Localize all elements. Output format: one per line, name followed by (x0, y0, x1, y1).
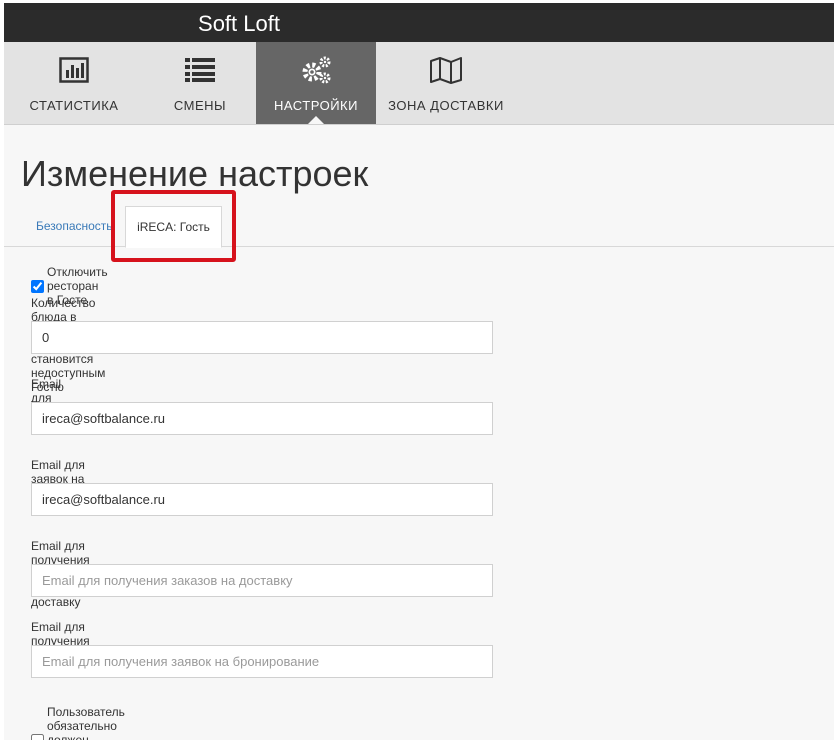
nav-label-shifts: СМЕНЫ (173, 98, 227, 113)
map-icon (429, 54, 463, 86)
page-title: Изменение настроек (21, 153, 369, 194)
stoplist-qty-input[interactable] (31, 321, 493, 354)
nav-label-delivery-zone: ЗОНА ДОСТАВКИ (388, 98, 504, 113)
nav-item-settings[interactable]: НАСТРОЙКИ (256, 42, 376, 124)
list-icon (185, 54, 215, 86)
restore-email-input[interactable] (31, 483, 493, 516)
feedback-email-input[interactable] (31, 402, 493, 435)
app-title: Soft Loft (198, 11, 280, 36)
nav-item-shifts[interactable]: СМЕНЫ (144, 42, 256, 124)
highlight-box (111, 190, 236, 262)
require-profile-label: Пользователь обязательно должен заполнят… (47, 705, 125, 740)
tab-security[interactable]: Безопасность (36, 206, 113, 246)
disable-restaurant-checkbox[interactable] (31, 279, 44, 293)
nav-item-delivery-zone[interactable]: ЗОНА ДОСТАВКИ (376, 42, 516, 124)
app-frame: Soft Loft СТАТИСТИКА СМЕНЫ НАСТРОЙКИ ЗОН… (4, 3, 834, 740)
next-option-row (31, 734, 47, 740)
booking-email-input[interactable] (31, 645, 493, 678)
nav-label-settings: НАСТРОЙКИ (274, 98, 358, 113)
delivery-email-input[interactable] (31, 564, 493, 597)
gears-icon (300, 54, 332, 86)
main-nav: СТАТИСТИКА СМЕНЫ НАСТРОЙКИ ЗОНА ДОСТАВКИ (4, 42, 834, 125)
nav-item-statistics[interactable]: СТАТИСТИКА (4, 42, 144, 124)
nav-label-statistics: СТАТИСТИКА (29, 98, 119, 113)
bar-chart-icon (59, 54, 89, 86)
top-bar: Soft Loft (4, 3, 834, 42)
next-option-checkbox[interactable] (31, 734, 44, 740)
